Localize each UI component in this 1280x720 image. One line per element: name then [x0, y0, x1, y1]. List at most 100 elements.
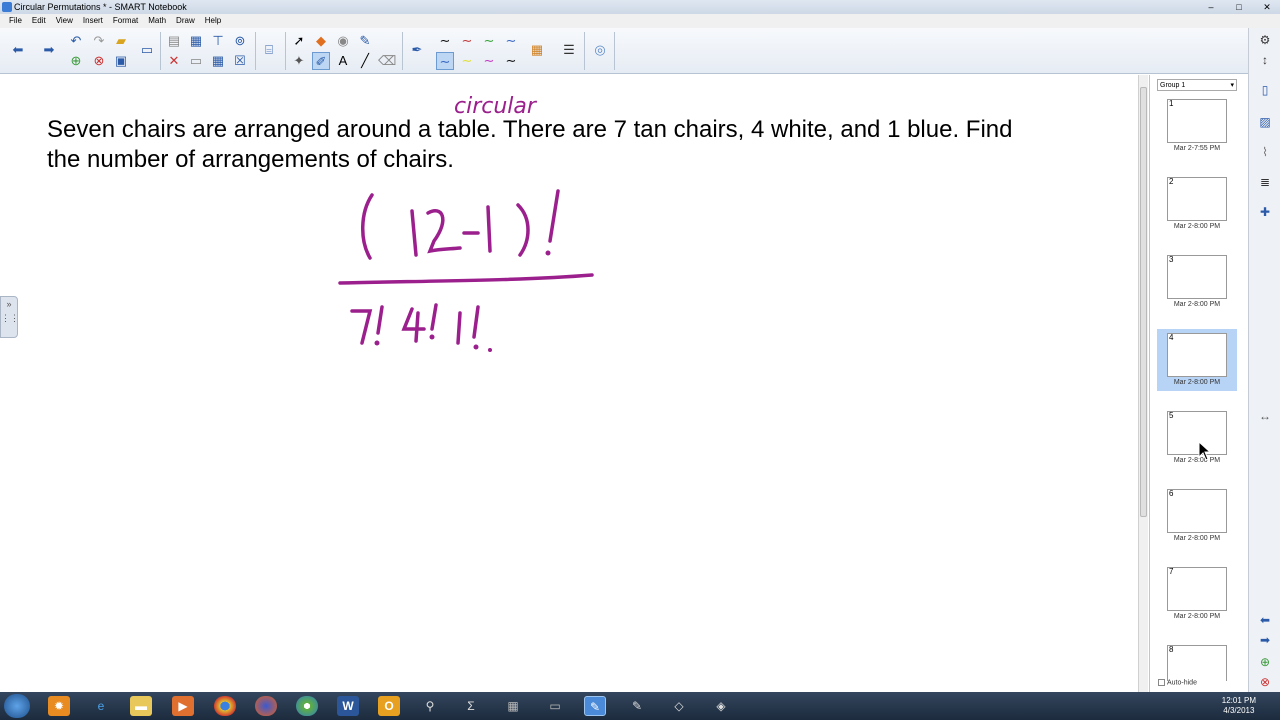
thumbnail-preview — [1167, 333, 1227, 377]
screen-shade-icon[interactable]: ▭ — [187, 52, 205, 70]
menu-math[interactable]: Math — [143, 14, 171, 28]
redo-icon[interactable]: ↷ — [90, 32, 108, 50]
calculator-icon[interactable]: ▦ — [502, 696, 524, 716]
menu-help[interactable]: Help — [200, 14, 226, 28]
taskbar-app-icon[interactable]: ◇ — [668, 696, 690, 716]
autohide-checkbox[interactable]: Auto-hide — [1158, 679, 1197, 686]
select-arrow-icon[interactable]: ➚ — [290, 32, 308, 50]
magic-pen-icon[interactable]: ✦ — [290, 52, 308, 70]
delete-page-icon[interactable]: ⊗ — [1257, 674, 1273, 690]
checkbox-icon — [1158, 679, 1165, 686]
pen-icon[interactable]: ✐ — [312, 52, 330, 70]
start-button[interactable] — [4, 694, 30, 718]
page-thumbnail-7[interactable]: 7 Mar 2-8:00 PM — [1157, 563, 1237, 625]
add-page-icon[interactable]: ⊕ — [67, 52, 85, 70]
insert-math-icon[interactable]: ⌸ — [260, 41, 278, 59]
paste-icon[interactable]: ▤ — [165, 32, 183, 50]
whiteboard-canvas[interactable]: Seven chairs are arranged around a table… — [0, 75, 1138, 692]
page-thumbnail-8[interactable]: 8 — [1157, 641, 1237, 681]
attachments-tab-icon[interactable]: ⌇ — [1257, 144, 1273, 160]
screen-capture-icon[interactable]: ▦ — [187, 32, 205, 50]
save-icon[interactable]: ▣ — [112, 52, 130, 70]
media-player-icon[interactable]: ▶ — [172, 696, 194, 716]
system-clock[interactable]: 12:01 PM 4/3/2013 — [1222, 696, 1256, 716]
menu-edit[interactable]: Edit — [27, 14, 51, 28]
outlook-icon[interactable]: O — [378, 696, 400, 716]
close-doc-icon[interactable]: ☒ — [231, 52, 249, 70]
maximize-button[interactable]: □ — [1230, 0, 1248, 14]
pen-red-icon[interactable]: ∼ — [458, 32, 476, 50]
calligraphic-pen-icon[interactable]: ✒ — [408, 41, 426, 59]
line-style-icon[interactable]: ☰ — [560, 41, 578, 59]
pen-black-icon[interactable]: ∼ — [436, 32, 454, 50]
add-page-icon[interactable]: ⊕ — [1257, 654, 1273, 670]
properties-icon[interactable]: ◎ — [591, 41, 609, 59]
pen-selected-icon[interactable]: ∼ — [436, 52, 454, 70]
page-thumbnail-5[interactable]: 5 Mar 2-8:00 PM — [1157, 407, 1237, 469]
fill-icon[interactable]: ✎ — [356, 32, 374, 50]
back-arrow-icon[interactable]: ⬅ — [1257, 612, 1273, 628]
menu-draw[interactable]: Draw — [171, 14, 200, 28]
delete-page-icon[interactable]: ⊗ — [90, 52, 108, 70]
window-app-icon[interactable]: ▭ — [544, 696, 566, 716]
line-icon[interactable]: ╱ — [356, 52, 374, 70]
taskbar-app-icon[interactable]: ◈ — [710, 696, 732, 716]
minimize-button[interactable]: – — [1202, 0, 1220, 14]
addons-tab-icon[interactable]: ✚ — [1257, 204, 1273, 220]
cut-icon[interactable]: ✕ — [165, 52, 183, 70]
page-sorter-tab-icon[interactable]: ▯ — [1257, 82, 1273, 98]
page-thumbnail-3[interactable]: 3 Mar 2-8:00 PM — [1157, 251, 1237, 313]
smart-notebook-active-icon[interactable]: ✎ — [584, 696, 606, 716]
resize-arrows-icon[interactable]: ↔ — [1257, 408, 1273, 424]
canvas-scrollbar-thumb[interactable] — [1140, 87, 1147, 517]
word-icon[interactable]: W — [337, 696, 359, 716]
pen-green-icon[interactable]: ∼ — [480, 32, 498, 50]
sigma-app-icon[interactable]: Σ — [460, 696, 482, 716]
properties-tab-icon[interactable]: ≣ — [1257, 174, 1273, 190]
menu-view[interactable]: View — [51, 14, 78, 28]
text-icon[interactable]: ⊤ — [209, 32, 227, 50]
close-button[interactable]: ✕ — [1258, 0, 1276, 14]
forward-arrow-icon[interactable]: ➡ — [1257, 632, 1273, 648]
canvas-scrollbar[interactable] — [1138, 75, 1148, 692]
menu-format[interactable]: Format — [108, 14, 143, 28]
gallery-tab-icon[interactable]: ▨ — [1257, 114, 1273, 130]
pen-dashed-icon[interactable]: ∼ — [502, 52, 520, 70]
previous-page-icon[interactable]: ⬅ — [9, 41, 27, 59]
pen-purple-icon[interactable]: ∼ — [480, 52, 498, 70]
page-thumbnail-4[interactable]: 4 Mar 2-8:00 PM — [1157, 329, 1237, 391]
next-page-icon[interactable]: ➡ — [40, 41, 58, 59]
highlighter-yellow-icon[interactable]: ∼ — [458, 52, 476, 70]
internet-explorer-icon[interactable]: e — [90, 696, 112, 716]
zoom-icon[interactable]: ⊚ — [231, 32, 249, 50]
eraser-tool-icon[interactable]: ⌫ — [378, 52, 396, 70]
color-palette-icon[interactable]: ▦ — [528, 41, 546, 59]
chrome-icon[interactable] — [214, 696, 236, 716]
menu-insert[interactable]: Insert — [78, 14, 108, 28]
text-tool-icon[interactable]: A — [334, 52, 352, 70]
shapes-icon[interactable]: ◆ — [312, 32, 330, 50]
page-thumbnail-6[interactable]: 6 Mar 2-8:00 PM — [1157, 485, 1237, 547]
taskbar-app-icon[interactable]: ✹ — [48, 696, 70, 716]
taskbar-app-icon[interactable]: ✎ — [626, 696, 648, 716]
firefox-icon[interactable] — [255, 696, 277, 716]
handwritten-circular: circular — [454, 94, 538, 119]
display-icon[interactable]: ▭ — [138, 41, 156, 59]
settings-gear-icon[interactable]: ⚙ — [1257, 32, 1273, 48]
move-sidebar-icon[interactable]: ↕ — [1257, 52, 1273, 68]
thumbnail-preview — [1167, 177, 1227, 221]
file-explorer-icon[interactable]: ▬ — [130, 696, 152, 716]
pen-blue-icon[interactable]: ∼ — [502, 32, 520, 50]
table-icon[interactable]: ▦ — [209, 52, 227, 70]
page-thumbnail-1[interactable]: 1 Mar 2-7:55 PM — [1157, 95, 1237, 157]
menu-file[interactable]: File — [4, 14, 27, 28]
undo-icon[interactable]: ↶ — [67, 32, 85, 50]
eraser-icon[interactable]: ◉ — [334, 32, 352, 50]
left-panel-tab[interactable]: » ⋮⋮ — [0, 296, 19, 338]
page-thumbnail-2[interactable]: 2 Mar 2-8:00 PM — [1157, 173, 1237, 235]
taskbar-app-icon[interactable]: ⚲ — [419, 696, 441, 716]
picasa-icon[interactable] — [296, 696, 318, 716]
group-dropdown[interactable]: Group 1 ▾ — [1157, 79, 1237, 91]
separator — [285, 32, 286, 70]
open-folder-icon[interactable]: ▰ — [112, 32, 130, 50]
